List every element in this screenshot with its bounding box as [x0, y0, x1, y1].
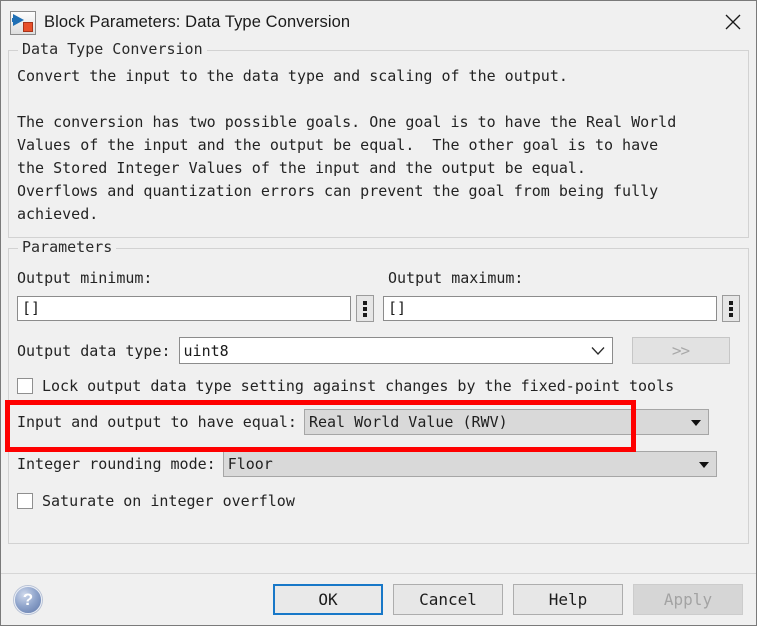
dialog-footer: ? OK Cancel Help Apply	[1, 573, 756, 625]
output-minimum-cell: []	[17, 295, 383, 322]
output-data-type-combobox[interactable]: uint8	[178, 337, 613, 364]
saturate-overflow-checkbox[interactable]	[17, 493, 33, 509]
window-title: Block Parameters: Data Type Conversion	[44, 13, 351, 31]
simulink-block-icon	[10, 10, 36, 35]
output-data-type-row: Output data type: uint8 >>	[17, 336, 740, 365]
ok-button[interactable]: OK	[273, 584, 383, 615]
parameters-group-legend: Parameters	[18, 238, 117, 256]
output-minimum-label: Output minimum:	[17, 269, 153, 287]
cancel-button[interactable]: Cancel	[393, 584, 503, 615]
help-button[interactable]: Help	[513, 584, 623, 615]
lock-output-data-type-checkbox[interactable]	[17, 378, 33, 394]
output-data-type-label: Output data type:	[17, 341, 171, 360]
description-text: Convert the input to the data type and s…	[17, 67, 677, 223]
min-max-label-row: Output minimum: Output maximum:	[17, 269, 740, 287]
output-minimum-vertical-dots-icon[interactable]	[356, 295, 374, 322]
output-maximum-input[interactable]: []	[383, 296, 717, 321]
output-minimum-input[interactable]: []	[17, 296, 351, 321]
apply-button: Apply	[633, 584, 743, 615]
description-group-legend: Data Type Conversion	[18, 40, 207, 58]
dialog-body: Data Type Conversion Convert the input t…	[1, 40, 756, 573]
triangle-down-icon	[698, 462, 709, 468]
saturate-overflow-row[interactable]: Saturate on integer overflow	[17, 492, 740, 510]
input-output-equal-combobox[interactable]: Real World Value (RWV)	[303, 409, 709, 435]
close-icon[interactable]	[710, 1, 756, 43]
integer-rounding-mode-label: Integer rounding mode:	[17, 455, 216, 473]
show-data-type-assistant-button[interactable]: >>	[631, 337, 730, 364]
help-question-icon[interactable]: ?	[14, 585, 42, 614]
input-output-equal-value: Real World Value (RWV)	[308, 413, 508, 431]
parameters-group: Parameters Output minimum: Output maximu…	[8, 238, 749, 544]
dialog-button-bar: OK Cancel Help Apply	[273, 584, 743, 615]
title-bar: Block Parameters: Data Type Conversion	[1, 1, 756, 44]
saturate-overflow-label: Saturate on integer overflow	[42, 492, 295, 510]
min-max-field-row: [] []	[17, 295, 740, 322]
integer-rounding-mode-value: Floor	[227, 455, 273, 473]
input-output-equal-label: Input and output to have equal:	[17, 413, 297, 431]
output-maximum-vertical-dots-icon[interactable]	[722, 295, 740, 322]
lock-output-data-type-row[interactable]: Lock output data type setting against ch…	[17, 377, 740, 395]
output-maximum-label: Output maximum:	[388, 269, 524, 287]
integer-rounding-mode-combobox[interactable]: Floor	[222, 451, 717, 477]
output-data-type-value: uint8	[183, 341, 229, 360]
description-group: Data Type Conversion Convert the input t…	[8, 40, 749, 238]
lock-output-data-type-label: Lock output data type setting against ch…	[42, 377, 675, 395]
integer-rounding-mode-row: Integer rounding mode: Floor	[17, 451, 740, 477]
input-output-equal-row: Input and output to have equal: Real Wor…	[17, 409, 740, 435]
block-parameters-dialog: Block Parameters: Data Type Conversion D…	[0, 0, 757, 626]
output-maximum-cell: []	[383, 295, 740, 322]
chevron-down-icon	[591, 346, 605, 355]
triangle-down-icon	[690, 420, 701, 426]
